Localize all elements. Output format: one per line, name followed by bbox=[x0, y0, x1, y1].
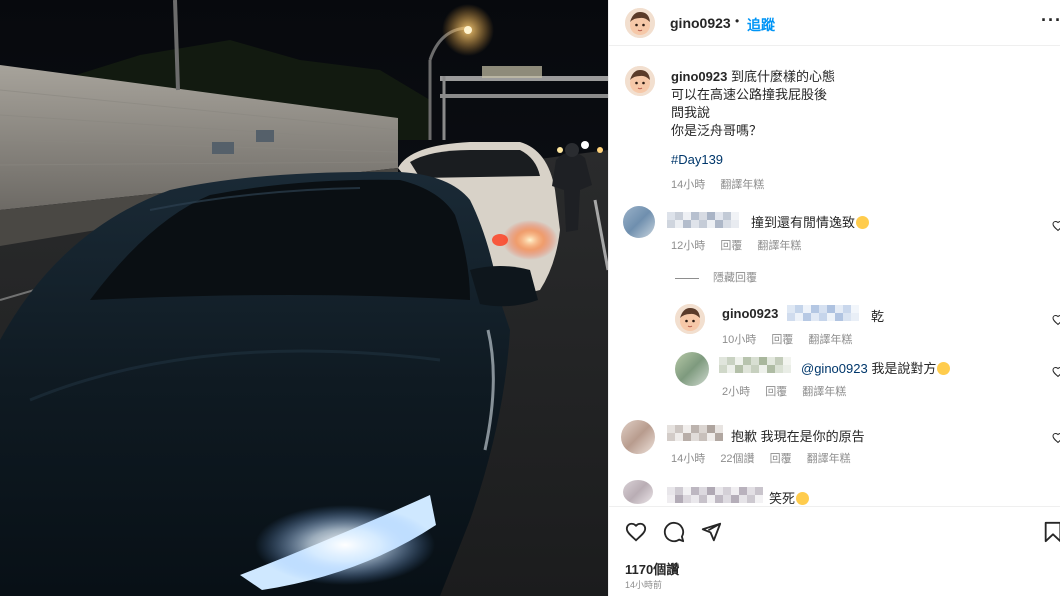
comment-text: gino0923 bbox=[722, 306, 778, 321]
comment-text: 撞到還有閒情逸致 bbox=[751, 212, 870, 231]
caption-username[interactable]: gino0923 bbox=[671, 69, 727, 84]
post-header: gino0923 • 追蹤 ··· bbox=[609, 0, 1060, 46]
comment-meta: 14小時 22個讚 回覆 翻譯年糕 bbox=[671, 450, 863, 466]
pixelated-username bbox=[667, 425, 725, 441]
caption-line-2: 可以在高速公路撞我屁股後 bbox=[671, 87, 828, 102]
reply-text: @gino0923 我是說對方 bbox=[801, 358, 951, 377]
reply-button[interactable]: 回覆 bbox=[771, 334, 793, 346]
avatar[interactable] bbox=[625, 66, 655, 96]
pixelated-username bbox=[667, 487, 765, 503]
post-author-username[interactable]: gino0923 bbox=[670, 15, 731, 31]
send-icon[interactable] bbox=[700, 521, 722, 543]
post-photo bbox=[0, 0, 608, 596]
caption-text: gino0923 到底什麼樣的心態 可以在高速公路撞我屁股後 問我說 你是泛舟哥… bbox=[671, 68, 1051, 140]
heart-icon[interactable] bbox=[1052, 314, 1060, 326]
avatar[interactable] bbox=[675, 304, 705, 334]
night-highway-collision-photo bbox=[0, 0, 608, 596]
sweat-smile-emoji-icon bbox=[937, 362, 951, 375]
child-avatar-icon bbox=[625, 8, 655, 38]
comment-icon[interactable] bbox=[663, 521, 685, 543]
post-actions: 1170個讚 14小時前 bbox=[609, 506, 1060, 596]
caption-time: 14小時 bbox=[671, 179, 706, 191]
more-horizontal-icon[interactable]: ··· bbox=[1041, 10, 1060, 31]
pixelated-username bbox=[667, 212, 741, 228]
blurred-avatar[interactable] bbox=[623, 206, 655, 238]
caption-meta: 14小時 翻譯年糕 bbox=[671, 176, 776, 192]
comment-text: 抱歉 我現在是你的原告 bbox=[731, 429, 865, 444]
child-avatar-icon bbox=[625, 66, 655, 96]
laughing-tears-emoji-icon bbox=[796, 492, 810, 505]
heart-icon[interactable] bbox=[1052, 220, 1060, 232]
comment-time: 2小時 bbox=[722, 386, 751, 398]
comment-meta: 10小時 回覆 翻譯年糕 bbox=[722, 331, 864, 347]
reply-text: 乾 bbox=[871, 309, 885, 324]
comment-likes[interactable]: 22個讚 bbox=[720, 453, 754, 465]
reply-button[interactable]: 回覆 bbox=[765, 386, 787, 398]
pixelated-mention bbox=[787, 305, 861, 321]
bookmark-icon[interactable] bbox=[1043, 521, 1060, 543]
heart-icon[interactable] bbox=[1052, 432, 1060, 444]
comment-time: 12小時 bbox=[671, 240, 706, 252]
caption-line-3: 問我說 bbox=[671, 105, 711, 120]
separator-dot: • bbox=[735, 14, 740, 28]
comment-time: 14小時 bbox=[671, 453, 706, 465]
translate-button[interactable]: 翻譯年糕 bbox=[802, 386, 846, 398]
translate-button[interactable]: 翻譯年糕 bbox=[807, 453, 851, 465]
like-count[interactable]: 1170個讚 bbox=[625, 559, 679, 578]
follow-button[interactable]: 追蹤 bbox=[747, 15, 775, 35]
comment-text: 笑死 bbox=[769, 488, 810, 507]
reply-username[interactable]: gino0923 bbox=[722, 306, 778, 321]
blurred-avatar[interactable] bbox=[621, 420, 655, 454]
caption-line-1: 到底什麼樣的心態 bbox=[730, 69, 835, 84]
heart-icon[interactable] bbox=[625, 521, 647, 543]
translate-button[interactable]: 翻譯年糕 bbox=[720, 179, 764, 191]
avatar[interactable] bbox=[625, 8, 655, 38]
reply-button[interactable]: 回覆 bbox=[720, 240, 742, 252]
post-sidebar: gino0923 • 追蹤 ··· gino0923 到底什麼樣的心態 可以在高… bbox=[608, 0, 1060, 596]
translate-button[interactable]: 翻譯年糕 bbox=[757, 240, 801, 252]
pixelated-username bbox=[719, 357, 793, 373]
heart-icon[interactable] bbox=[1052, 366, 1060, 378]
child-avatar-icon bbox=[675, 304, 705, 334]
caption-line-4: 你是泛舟哥嗎？ bbox=[671, 123, 763, 138]
hide-replies-button[interactable]: 隱藏回覆 bbox=[675, 269, 757, 285]
blurred-avatar[interactable] bbox=[675, 352, 709, 386]
post-timestamp: 14小時前 bbox=[625, 580, 663, 590]
rolling-laughing-emoji-icon bbox=[856, 216, 870, 229]
hashtag-link[interactable]: #Day139 bbox=[671, 152, 723, 167]
blurred-avatar[interactable] bbox=[623, 480, 653, 504]
comment-meta: 12小時 回覆 翻譯年糕 bbox=[671, 237, 813, 253]
mention-link[interactable]: @gino0923 bbox=[801, 361, 868, 376]
translate-button[interactable]: 翻譯年糕 bbox=[808, 334, 852, 346]
comment-meta: 2小時 回覆 翻譯年糕 bbox=[722, 383, 858, 399]
comment-time: 10小時 bbox=[722, 334, 757, 346]
reply-button[interactable]: 回覆 bbox=[770, 453, 792, 465]
